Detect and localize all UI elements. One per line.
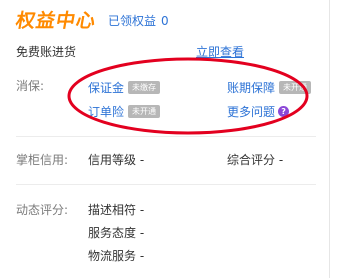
- section-divider: [16, 184, 316, 185]
- order-insurance-label: 订单险: [88, 104, 125, 119]
- more-questions-label: 更多问题: [227, 104, 276, 119]
- claimed-rights-count: 0: [161, 14, 169, 28]
- question-circle-icon[interactable]: ?: [278, 105, 290, 117]
- deposit-label: 保证金: [88, 80, 125, 95]
- payment-term-guarantee-label: 账期保障: [227, 80, 276, 95]
- description-match-rating: 描述相符 -: [88, 203, 145, 217]
- section-divider: [16, 136, 316, 137]
- logistics-service-rating: 物流服务 -: [88, 249, 145, 263]
- view-now-link[interactable]: 立即查看: [196, 43, 244, 61]
- order-insurance-link[interactable]: 订单险 未开通: [88, 102, 161, 120]
- order-insurance-status-badge: 未开通: [128, 104, 161, 118]
- seller-credit-label: 掌柜信用:: [16, 153, 69, 167]
- deposit-status-badge: 未缴存: [128, 80, 161, 94]
- service-attitude-rating: 服务态度 -: [88, 226, 145, 240]
- payment-term-guarantee-link[interactable]: 账期保障 未开通: [227, 78, 312, 96]
- promo-row: 免费账进货 立即查看: [16, 43, 316, 61]
- payment-term-guarantee-status-badge: 未开通: [279, 80, 312, 94]
- dynamic-rating-label: 动态评分:: [16, 203, 69, 217]
- page-title: 权益中心: [14, 10, 98, 32]
- rights-center-panel: 权益中心 已领权益 0 免费账进货 立即查看 消保: 保证金 未缴存 账期保障 未…: [0, 0, 328, 278]
- overall-score-label: 综合评分 -: [227, 153, 284, 167]
- promo-text: 免费账进货: [16, 45, 77, 59]
- deposit-link[interactable]: 保证金 未缴存: [88, 78, 161, 96]
- claimed-rights-label: 已领权益: [108, 14, 157, 28]
- credit-level-label: 信用等级 -: [88, 153, 145, 167]
- xiaobao-label: 消保:: [16, 79, 45, 93]
- more-questions-link[interactable]: 更多问题 ?: [227, 102, 290, 120]
- page: 权益中心 已领权益 0 免费账进货 立即查看 消保: 保证金 未缴存 账期保障 未…: [0, 0, 345, 278]
- rights-center-header: 权益中心 已领权益 0: [14, 8, 169, 34]
- panel-right-border: [329, 0, 330, 278]
- claimed-rights-link[interactable]: 已领权益 0: [108, 8, 169, 34]
